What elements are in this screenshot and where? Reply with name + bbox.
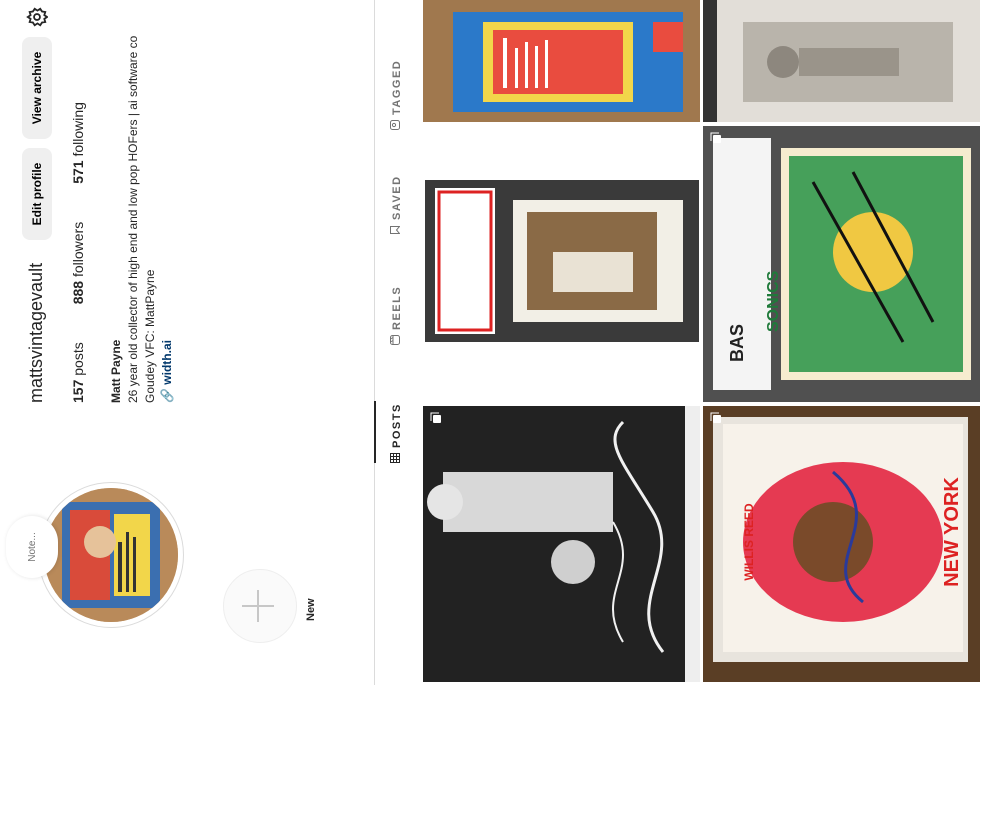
followers-stat[interactable]: 888 followers: [70, 222, 86, 305]
bio-name: Matt Payne: [109, 339, 123, 403]
active-tab-indicator: [374, 401, 376, 463]
followers-count: 888: [70, 280, 86, 305]
note-bubble[interactable]: Note...: [6, 516, 58, 578]
link-icon: 🔗: [160, 388, 174, 403]
note-label: Note...: [26, 532, 38, 562]
post-willis-reed-card[interactable]: NEW YORK WILLIS REED: [703, 406, 980, 682]
tab-tagged-label: TAGGED: [390, 59, 403, 115]
username: mattsvintagevault: [26, 262, 46, 403]
new-highlight-button[interactable]: [223, 569, 297, 643]
post-vintage-photo[interactable]: [703, 0, 980, 122]
profile-bio: Matt Payne 26 year old collector of high…: [108, 0, 176, 403]
tab-tagged[interactable]: TAGGED: [390, 60, 403, 130]
reels-icon: [390, 335, 403, 345]
tab-reels[interactable]: REELS: [390, 286, 403, 345]
tab-reels-label: REELS: [390, 285, 403, 330]
tab-posts-label: POSTS: [390, 403, 403, 448]
tab-saved-label: SAVED: [390, 175, 403, 220]
new-highlight-label: New: [305, 598, 317, 621]
bio-line1: 26 year old collector of high end and lo…: [126, 35, 140, 403]
tab-posts[interactable]: POSTS: [390, 403, 403, 463]
tab-saved[interactable]: SAVED: [390, 175, 403, 235]
multiple-posts-icon: [709, 412, 721, 424]
posts-grid: NEW YORK WILLIS REED BAS SONICS: [423, 0, 985, 682]
following-label: following: [70, 102, 86, 157]
view-archive-button[interactable]: View archive: [22, 37, 52, 139]
gear-icon[interactable]: [24, 4, 50, 30]
bio-line2: Goudey VFC: MattPayne: [143, 269, 157, 403]
profile-stats: 157 posts 888 followers 571 following: [70, 102, 86, 403]
post-sonics-card[interactable]: BAS SONICS: [703, 126, 980, 402]
multiple-posts-icon: [429, 412, 441, 424]
avatar[interactable]: [44, 488, 178, 622]
bookmark-icon: [390, 225, 403, 235]
posts-label: posts: [70, 342, 86, 376]
bio-link[interactable]: width.ai: [160, 340, 174, 385]
edit-profile-button[interactable]: Edit profile: [22, 148, 52, 240]
post-otto-graham-card[interactable]: [423, 0, 700, 122]
followers-label: followers: [70, 221, 86, 278]
tabs-divider: [374, 0, 375, 685]
following-count: 571: [70, 160, 86, 184]
multiple-posts-icon: [709, 132, 721, 144]
willis-card-name-text: WILLIS REED: [742, 503, 756, 581]
posts-stat[interactable]: 157 posts: [70, 342, 86, 403]
plus-icon: [238, 586, 283, 626]
tag-icon: [390, 120, 403, 130]
sonics-card-team-text: SONICS: [765, 270, 782, 332]
post-autographed-photo[interactable]: [423, 406, 700, 682]
willis-card-team-text: NEW YORK: [941, 477, 963, 587]
profile-page: Note... mattsvintagevault Edit profile V…: [0, 0, 985, 685]
sonics-card-auth-text: BAS: [727, 324, 747, 362]
posts-count: 157: [70, 379, 86, 403]
grid-icon: [390, 453, 403, 463]
following-stat[interactable]: 571 following: [70, 102, 86, 184]
post-psa-graded-card[interactable]: [423, 126, 700, 402]
